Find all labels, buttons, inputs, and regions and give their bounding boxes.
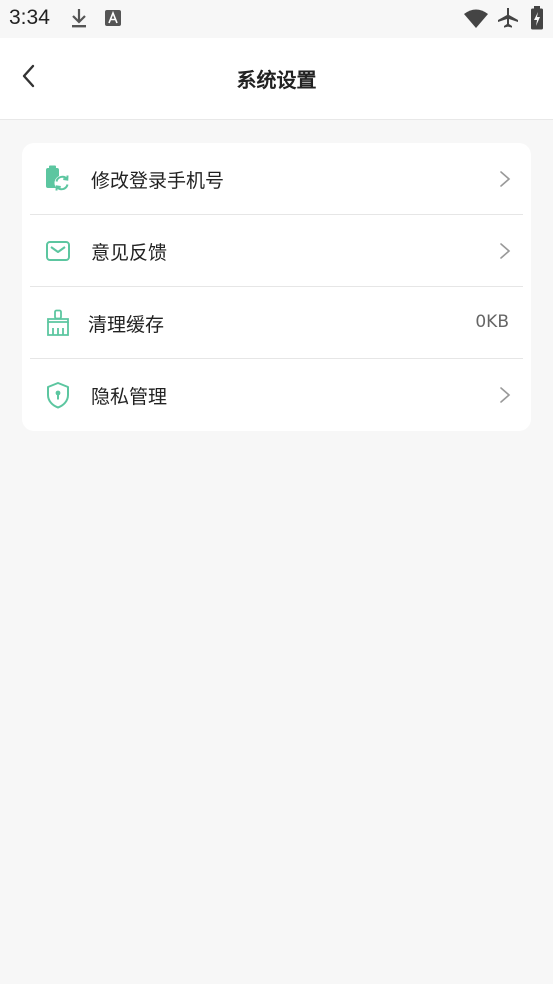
shield-lock-icon xyxy=(44,381,72,409)
header-bar: 系统设置 xyxy=(0,38,553,120)
status-bar: 3:34 xyxy=(0,0,553,38)
page-title: 系统设置 xyxy=(236,68,317,92)
settings-item-change-phone[interactable]: 修改登录手机号 xyxy=(22,143,531,215)
wifi-icon xyxy=(463,9,489,33)
settings-card: 修改登录手机号 意见反馈 清理缓存 0KB 隐私管理 xyxy=(22,143,531,431)
settings-item-clear-cache[interactable]: 清理缓存 0KB xyxy=(22,287,531,359)
settings-item-privacy[interactable]: 隐私管理 xyxy=(22,359,531,431)
download-icon xyxy=(70,7,88,33)
cache-size-value: 0KB xyxy=(475,312,509,332)
broom-icon xyxy=(44,309,72,337)
settings-item-label: 修改登录手机号 xyxy=(91,170,225,192)
settings-item-label: 意见反馈 xyxy=(91,242,168,264)
battery-icon xyxy=(530,6,544,34)
phone-change-icon xyxy=(44,165,72,193)
status-time: 3:34 xyxy=(9,6,50,29)
settings-item-label: 隐私管理 xyxy=(91,386,168,408)
airplane-icon xyxy=(497,7,519,33)
chevron-right-icon xyxy=(499,170,511,188)
settings-item-feedback[interactable]: 意见反馈 xyxy=(22,215,531,287)
chevron-right-icon xyxy=(499,386,511,404)
a-badge-icon xyxy=(105,10,121,30)
mail-icon xyxy=(44,237,72,265)
settings-item-label: 清理缓存 xyxy=(88,314,165,336)
chevron-right-icon xyxy=(499,242,511,260)
